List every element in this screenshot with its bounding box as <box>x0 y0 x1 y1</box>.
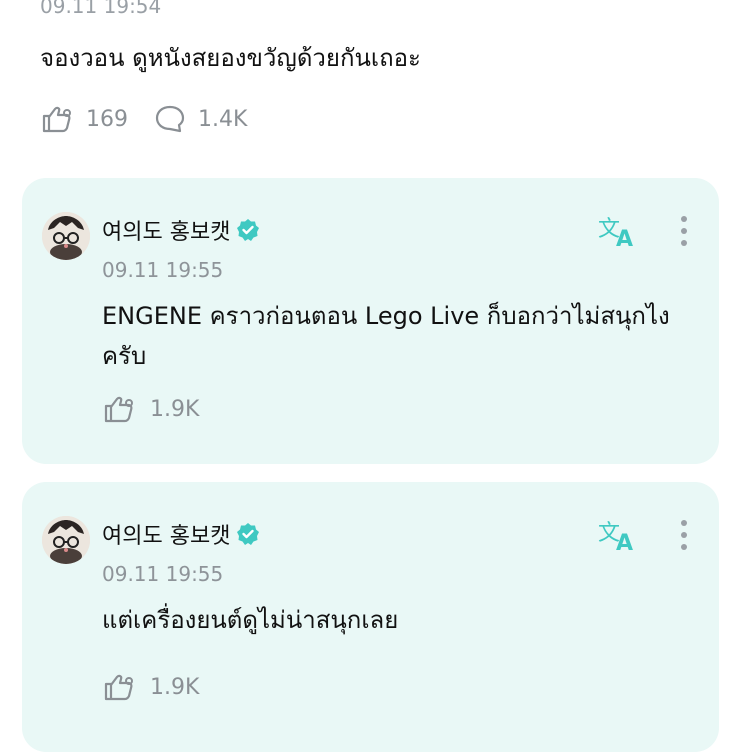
like-icon <box>104 674 133 701</box>
translate-icon: 文 A <box>598 521 633 556</box>
more-options-button[interactable] <box>674 214 694 254</box>
like-icon <box>42 106 71 133</box>
like-count: 1.9K <box>150 674 200 700</box>
reply-card: 여의도 홍보캣 09.11 19:55 文 A แต่เครื่องยนต์ดู… <box>22 482 719 752</box>
reply-text: ENGENE คราวก่อนตอน Lego Live ก็บอกว่าไม่… <box>102 302 670 370</box>
author-name[interactable]: 여의도 홍보캣 <box>102 518 260 550</box>
svg-text:A: A <box>616 227 633 250</box>
reply-timestamp: 09.11 19:55 <box>102 258 224 282</box>
post-stats: 169 1.4K <box>40 104 273 134</box>
post-timestamp: 09.11 19:54 <box>40 0 162 18</box>
reply-text: แต่เครื่องยนต์ดูไม่น่าสนุกเลย <box>102 606 399 634</box>
more-icon <box>681 216 687 246</box>
comment-icon <box>155 105 185 133</box>
like-button[interactable]: 1.9K <box>102 394 199 424</box>
verified-badge-icon <box>237 523 260 545</box>
translate-button[interactable]: 文 A <box>596 518 640 558</box>
reply-card: 여의도 홍보캣 09.11 19:55 文 A ENGENE คราวก่อนต… <box>22 178 719 464</box>
like-button[interactable]: 169 <box>40 104 128 134</box>
like-count: 169 <box>86 106 128 132</box>
avatar[interactable] <box>42 212 90 260</box>
author-label: 여의도 홍보캣 <box>102 524 231 549</box>
comment-button[interactable]: 1.4K <box>154 104 247 134</box>
avatar[interactable] <box>42 516 90 564</box>
reply-timestamp: 09.11 19:55 <box>102 562 224 586</box>
comment-count: 1.4K <box>198 106 248 132</box>
like-icon <box>104 396 133 423</box>
verified-badge-icon <box>237 219 260 241</box>
like-button[interactable]: 1.9K <box>102 672 199 702</box>
post-text: จองวอน ดูหนังสยองขวัญด้วยกันเถอะ <box>40 44 421 72</box>
like-count: 1.9K <box>150 396 200 422</box>
translate-button[interactable]: 文 A <box>596 214 640 254</box>
more-icon <box>681 520 687 550</box>
svg-text:A: A <box>616 531 633 554</box>
author-label: 여의도 홍보캣 <box>102 220 231 245</box>
more-options-button[interactable] <box>674 518 694 558</box>
author-name[interactable]: 여의도 홍보캣 <box>102 214 260 246</box>
translate-icon: 文 A <box>598 217 633 252</box>
